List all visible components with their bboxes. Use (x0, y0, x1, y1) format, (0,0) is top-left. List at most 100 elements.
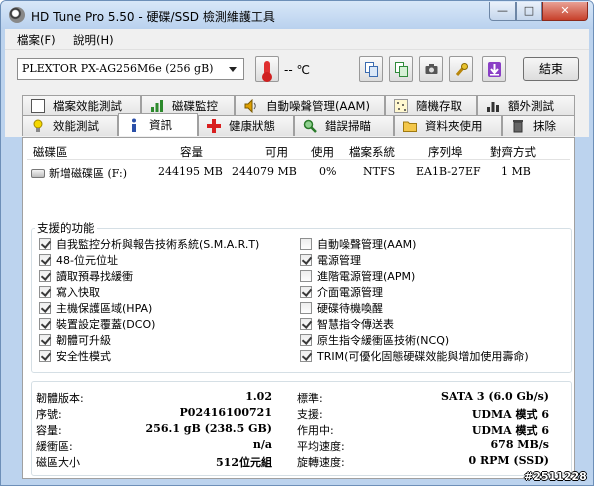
feature-label: 介面電源管理 (317, 286, 383, 299)
column-header[interactable]: 容量 (180, 144, 203, 160)
sector-size: 磁區大小 512位元組 (36, 454, 272, 469)
feature-label: 寫入快取 (56, 286, 100, 299)
checkbox (39, 254, 51, 266)
copy-all-button[interactable] (389, 56, 413, 82)
table-row[interactable]: 新增磁碟區 (F:) 244195 MB 244079 MB 0% NTFS E… (27, 164, 570, 182)
column-header[interactable]: 使用 (311, 144, 334, 160)
detail-value: 256.1 gB (238.5 GB) (145, 422, 272, 435)
menu-file[interactable]: 檔案(F) (17, 32, 56, 48)
random-access-icon (394, 99, 408, 113)
magnifier-icon (303, 119, 317, 133)
checkbox (300, 254, 312, 266)
checkbox (300, 318, 312, 330)
checkbox (300, 238, 312, 250)
detail-value: n/a (252, 438, 272, 451)
feature-label: 48-位元位址 (56, 254, 118, 267)
feature-label: 進階電源管理(APM) (317, 270, 416, 283)
tab-random-access[interactable]: 隨機存取 (385, 95, 477, 116)
detail-key: 韌體版本: (36, 392, 84, 405)
thermometer-icon[interactable] (255, 56, 279, 82)
feature-label: 電源管理 (317, 254, 361, 267)
checkbox (300, 350, 312, 362)
file-benchmark-icon (31, 99, 45, 113)
partition-table-header: 磁碟區 容量 可用 使用 檔案系統 序列埠 對齊方式 (27, 142, 570, 160)
tab-label: 自動噪聲管理(AAM) (266, 99, 370, 113)
checkbox (300, 286, 312, 298)
speaker-icon (244, 99, 256, 113)
maximize-button[interactable]: □ (516, 2, 542, 21)
detail-key: 序號: (36, 408, 62, 421)
checkbox (39, 302, 51, 314)
options-button[interactable] (449, 56, 473, 82)
tab-label: 效能測試 (53, 119, 99, 133)
screenshot-button[interactable] (419, 56, 443, 82)
info-panel: 磁碟區 容量 可用 使用 檔案系統 序列埠 對齊方式 新增磁碟區 (F:) 24… (22, 137, 575, 479)
detail-value: SATA 3 (6.0 Gb/s) (441, 390, 549, 403)
column-header[interactable]: 磁碟區 (33, 144, 68, 160)
capacity: 容量: 256.1 gB (238.5 GB) (36, 422, 272, 437)
checkbox (300, 302, 312, 314)
minimize-button[interactable]: — (489, 2, 516, 21)
tab-health[interactable]: 健康狀態 (198, 115, 294, 136)
feature-label: 原生指令緩衝區技術(NCQ) (317, 334, 450, 347)
column-header[interactable]: 對齊方式 (490, 144, 536, 160)
copy-text-button[interactable] (359, 56, 383, 82)
serial-number: 序號: P02416100721 (36, 406, 272, 421)
app-logo-icon (9, 7, 25, 23)
tab-erase[interactable]: 抹除 (502, 115, 575, 136)
tab-error-scan[interactable]: 錯誤掃瞄 (294, 115, 394, 136)
supported-features: 支援的功能 自我監控分析與報告技術系統(S.M.A.R.T) 48-位元位址 讀… (27, 220, 572, 373)
tab-label: 隨機存取 (416, 99, 462, 113)
drive-select[interactable]: PLEXTOR PX-AG256M6e (256 gB) (17, 58, 244, 80)
partition-serial: EA1B-27EF (416, 165, 481, 178)
checkbox (300, 270, 312, 282)
tab-folder-usage[interactable]: 資料夾使用 (394, 115, 502, 136)
partition-name: 新增磁碟區 (F:) (49, 167, 128, 180)
menu-help[interactable]: 說明(H) (73, 32, 114, 48)
feature-label: 硬碟待機喚醒 (317, 302, 383, 315)
health-cross-icon (207, 119, 221, 133)
feature-label: 智慧指令傳送表 (317, 318, 394, 331)
tab-aam[interactable]: 自動噪聲管理(AAM) (235, 95, 385, 116)
detail-key: 容量: (36, 424, 62, 437)
supported-mode: 支援: UDMA 模式 6 (297, 406, 549, 421)
toolbar: PLEXTOR PX-AG256M6e (256 gB) -- ℃ 結束 (5, 49, 589, 91)
detail-value: 512位元組 (216, 456, 272, 469)
disk-monitor-icon (151, 100, 163, 112)
trash-icon (513, 120, 523, 133)
menu-bar: 檔案(F) 說明(H) (5, 29, 589, 49)
save-button[interactable] (482, 56, 506, 82)
temperature-readout: -- ℃ (284, 63, 310, 77)
column-header[interactable]: 序列埠 (428, 144, 463, 160)
buffer: 緩衝區: n/a (36, 438, 272, 453)
detail-key: 磁區大小 (36, 456, 80, 469)
info-icon (132, 118, 136, 132)
column-header[interactable]: 可用 (265, 144, 288, 160)
partition-capacity: 244195 MB (158, 165, 223, 178)
detail-key: 支援: (297, 408, 323, 421)
tab-benchmark[interactable]: 效能測試 (22, 115, 118, 136)
partition-usage: 0% (319, 165, 337, 178)
detail-value: UDMA 模式 6 (471, 408, 549, 421)
lightbulb-icon (33, 119, 43, 132)
close-button[interactable]: ✕ (542, 2, 588, 21)
exit-button[interactable]: 結束 (523, 57, 579, 81)
tab-label: 抹除 (533, 119, 556, 133)
active-mode: 作用中: UDMA 模式 6 (297, 422, 549, 437)
feature-label: 裝置設定覆蓋(DCO) (56, 318, 156, 331)
title-bar[interactable]: HD Tune Pro 5.50 - 硬碟/SSD 檢測維護工具 — □ ✕ (1, 1, 593, 29)
checkbox (39, 350, 51, 362)
column-header[interactable]: 檔案系統 (349, 144, 395, 160)
feature-label: 自動噪聲管理(AAM) (317, 238, 417, 251)
copy-icon (365, 62, 378, 77)
partition-filesystem: NTFS (363, 165, 396, 178)
checkbox (39, 286, 51, 298)
tab-extra-tests[interactable]: 額外測試 (477, 95, 575, 116)
drive-icon (31, 169, 45, 178)
tab-info[interactable]: 資訊 (118, 113, 198, 136)
average-speed: 平均速度: 678 MB/s (297, 438, 549, 453)
checkbox (39, 270, 51, 282)
feature-label: 韌體可升級 (56, 334, 111, 347)
app-window: HD Tune Pro 5.50 - 硬碟/SSD 檢測維護工具 — □ ✕ 檔… (0, 0, 594, 486)
tab-label: 健康狀態 (229, 119, 275, 133)
